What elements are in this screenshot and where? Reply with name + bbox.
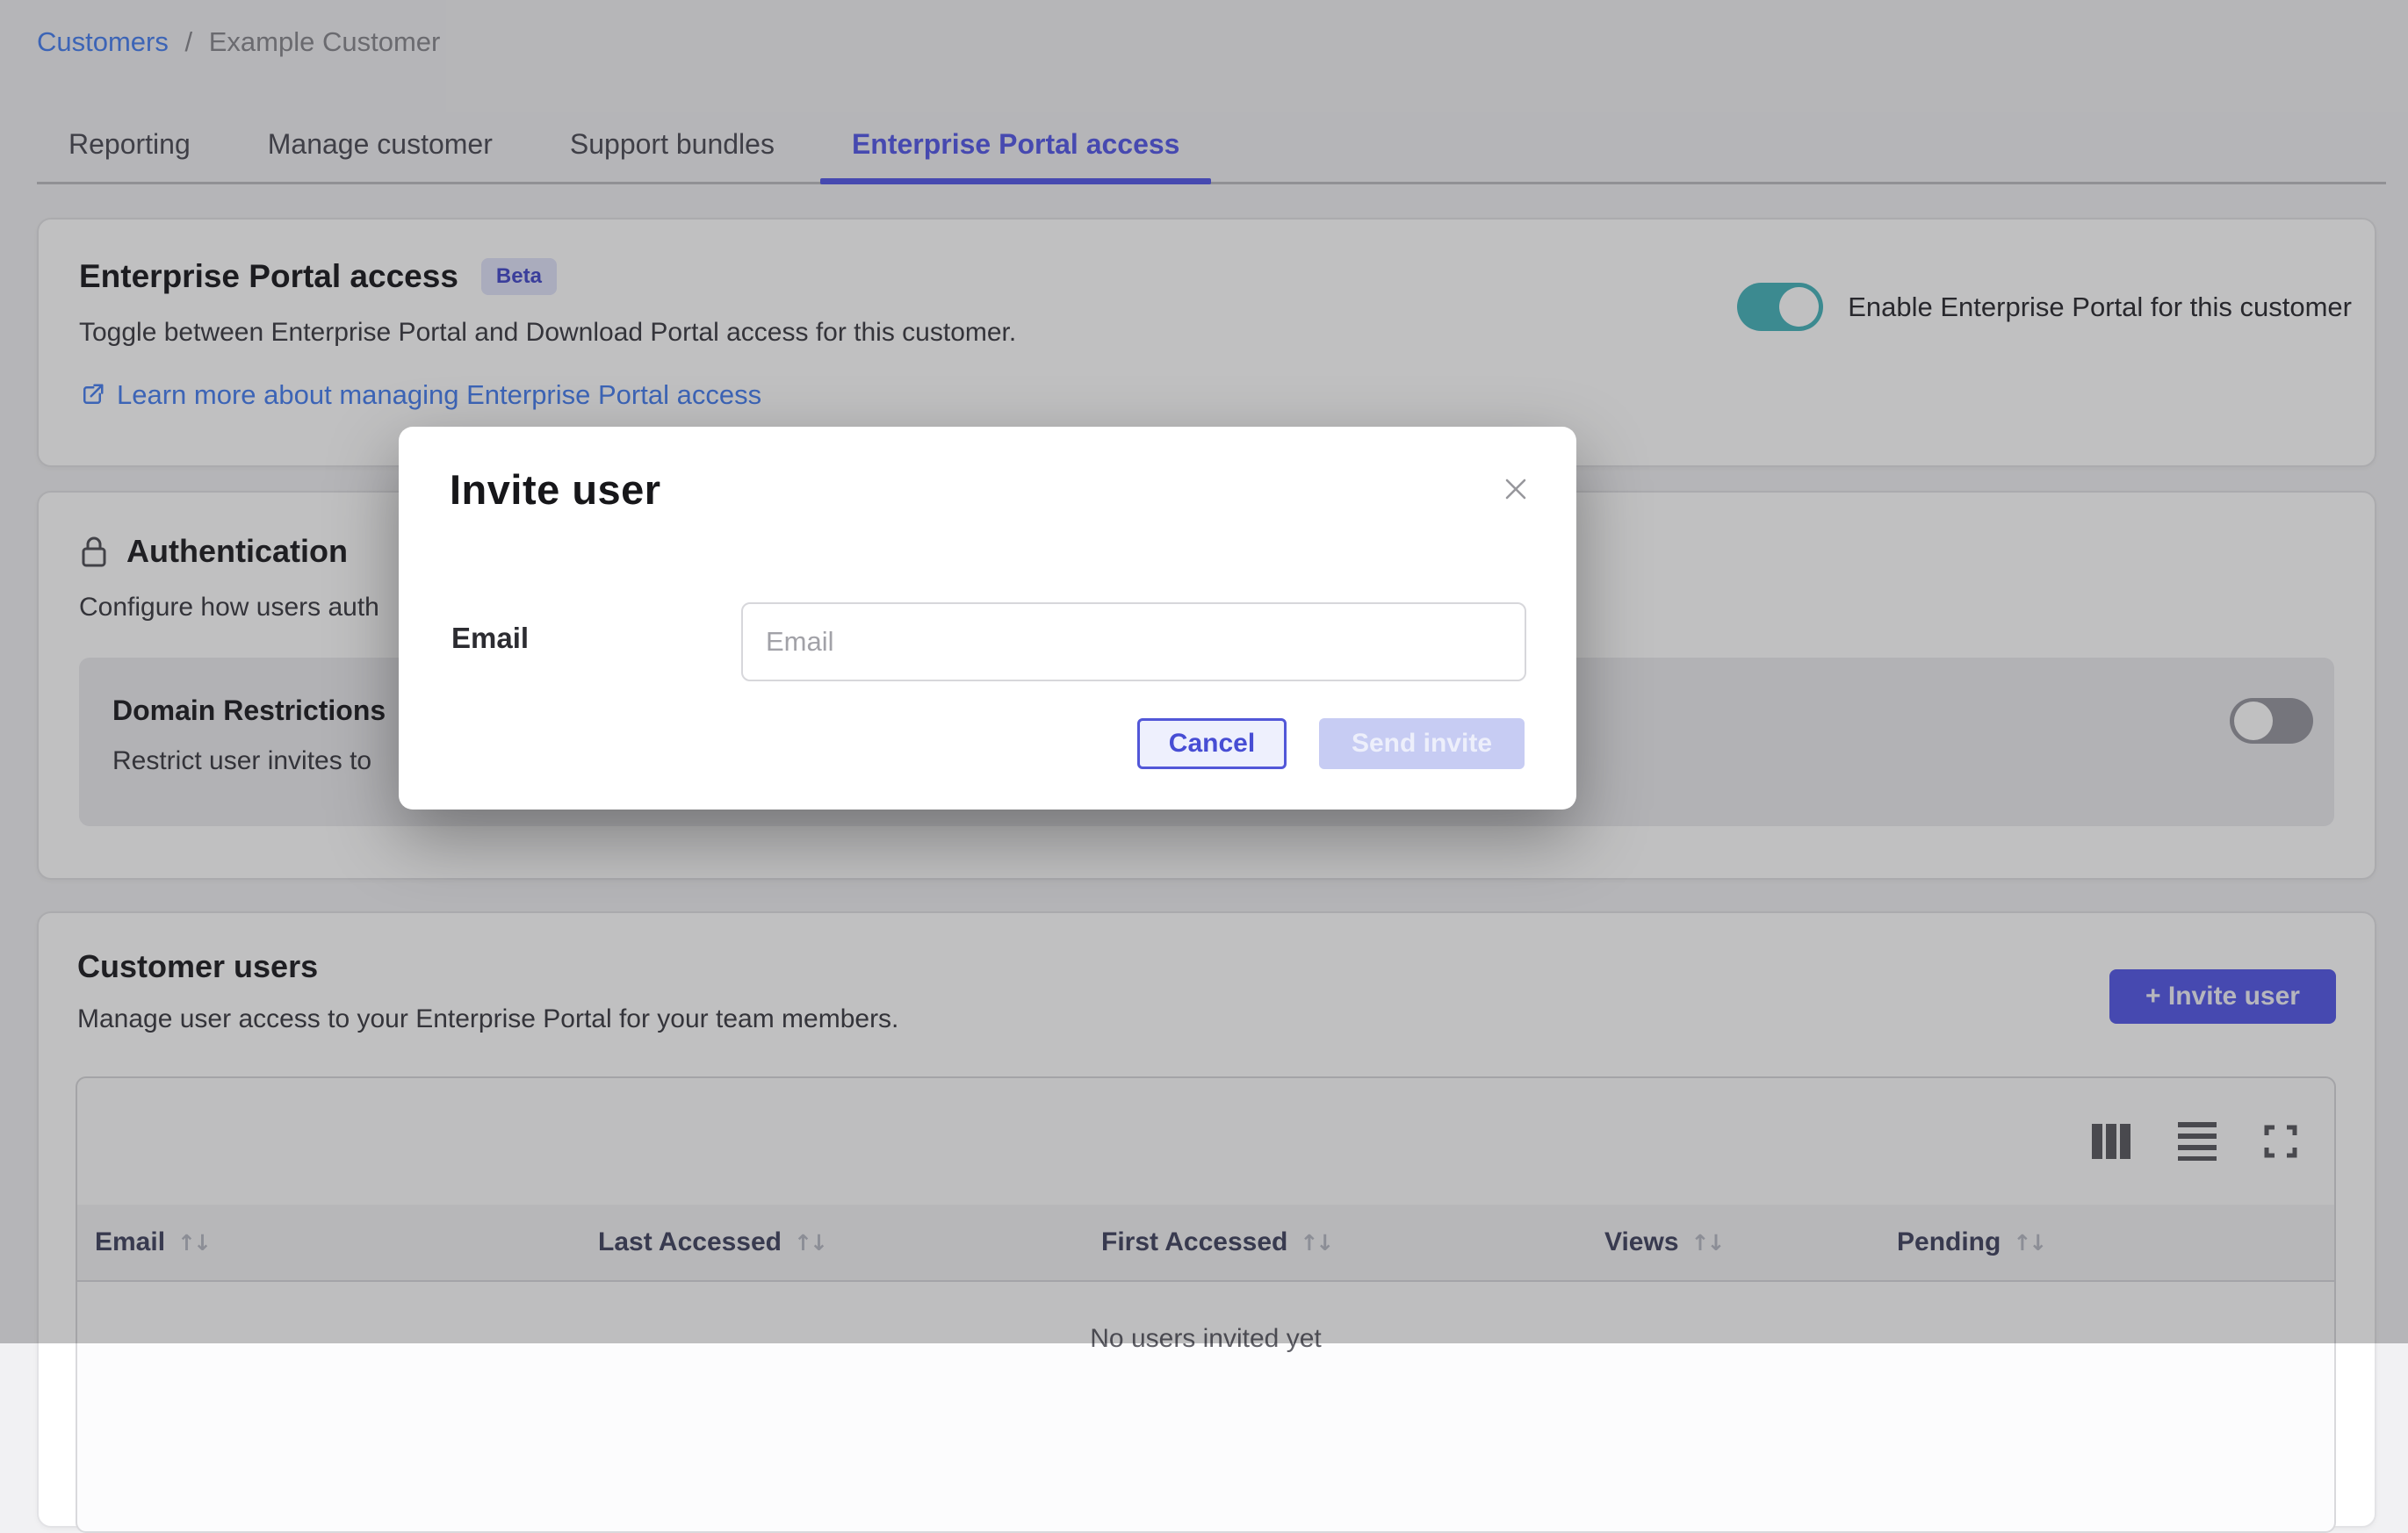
modal-actions: Cancel Send invite — [1137, 718, 1525, 769]
email-label: Email — [451, 622, 529, 655]
cancel-button[interactable]: Cancel — [1137, 718, 1287, 769]
invite-user-modal: Invite user Email Cancel Send invite — [399, 427, 1576, 810]
close-icon[interactable] — [1501, 474, 1531, 508]
send-invite-button[interactable]: Send invite — [1319, 718, 1525, 769]
email-field[interactable] — [741, 602, 1526, 681]
modal-title: Invite user — [450, 465, 661, 514]
